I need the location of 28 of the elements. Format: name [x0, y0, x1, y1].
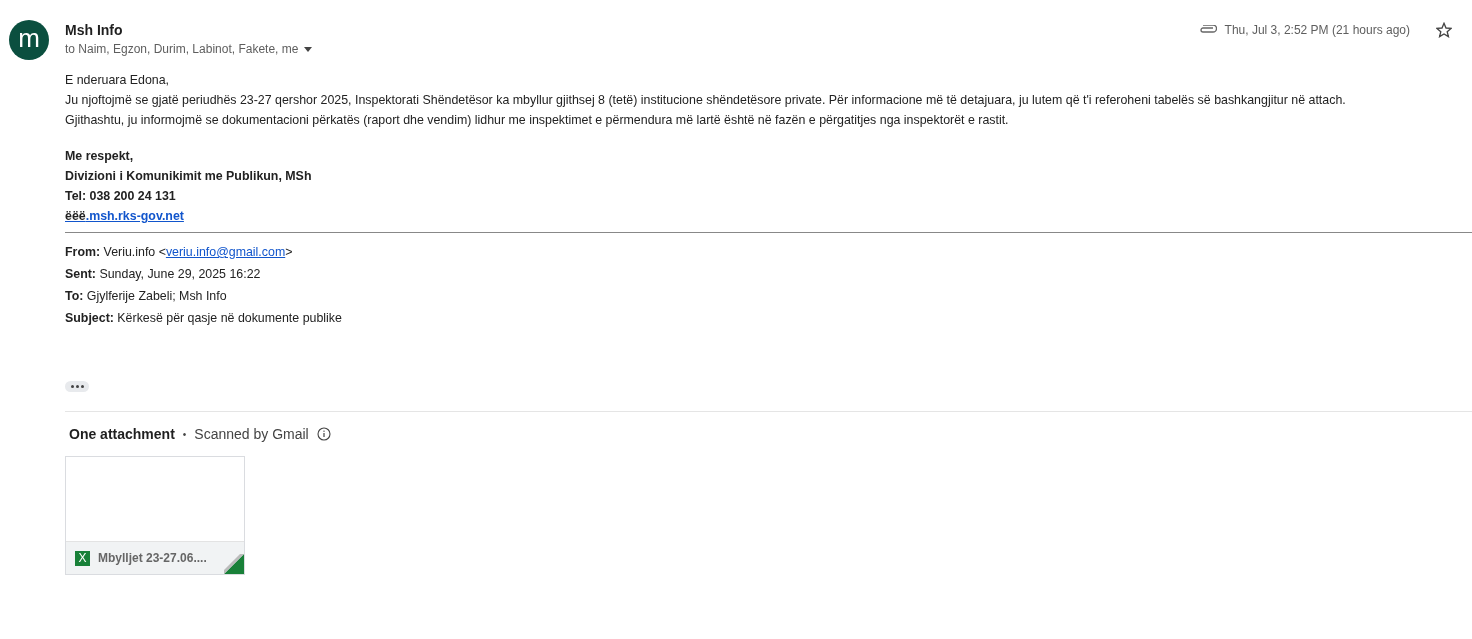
- sender-name: Msh Info: [65, 22, 124, 38]
- spreadsheet-icon: X: [75, 550, 90, 566]
- separator: •: [182, 428, 187, 440]
- caret-icon: [304, 46, 313, 52]
- message-date: Thu, Jul 3, 2:52 PM (21 hours ago): [1224, 23, 1410, 37]
- star-icon[interactable]: [1436, 22, 1452, 38]
- header-line: To: Gjylferije Zabeli; Msh Info: [65, 288, 228, 305]
- from-line: From: Veriu.info <veriu.info@gmail.com>: [65, 244, 294, 261]
- scan-note: Scanned by Gmail: [194, 426, 309, 442]
- header-line: Subject: Kërkesë për qasje në dokumente publike: [65, 310, 343, 327]
- attachment-count: One attachment: [69, 426, 175, 442]
- header-line: Sent: Sunday, June 29, 2025 16:22: [65, 266, 262, 283]
- greeting: E nderuara Edona,: [65, 72, 171, 89]
- email-link[interactable]: veriu.info@gmail.com: [165, 245, 286, 259]
- website-link[interactable]: ëëë.msh.rks-gov.net: [65, 209, 184, 223]
- body-paragraph: Ju njoftojmë se gjatë periudhës 23-27 qershor 2025, Inspektorati Shëndetësor ka mbyllur gjithsej 8 (tetë) institucione shëndetësore private. Për informacione më të detajuara, ju lutem që t'i referoheni tabelës së bashkangjitur në attach.: [65, 92, 1347, 109]
- attachment-card[interactable]: X Mbylljet 23-27.06....: [65, 456, 245, 575]
- signature-line: Divizioni i Komunikimit me Publikun, MSh: [65, 168, 313, 185]
- signature-line: Me respekt,: [65, 148, 135, 165]
- show-trimmed-button[interactable]: [65, 381, 89, 392]
- avatar: m: [9, 20, 49, 60]
- recipients[interactable]: to Naim, Egzon, Durim, Labinot, Fakete, me: [65, 42, 313, 56]
- file-name: Mbylljet 23-27.06....: [98, 551, 207, 565]
- info-icon[interactable]: [316, 427, 331, 441]
- paperclip-icon: [1198, 25, 1217, 35]
- signature-line: Tel: 038 200 24 131: [65, 188, 177, 205]
- body-paragraph: Gjithashtu, ju informojmë se dokumentacioni përkatës (raport dhe vendim) lidhur me inspektimet e përmendura më lartë është në fazën e përgatitjes nga inspektorët e rastit.: [65, 112, 1010, 129]
- page-fold-icon: [224, 554, 244, 574]
